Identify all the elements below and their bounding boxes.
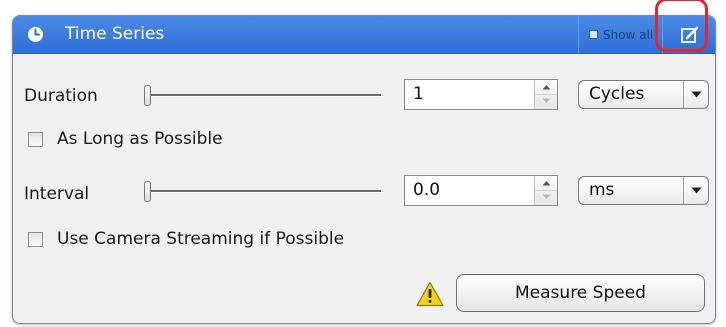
duration-spin-buttons[interactable]	[534, 80, 557, 109]
duration-unit-value: Cycles	[589, 84, 645, 104]
duration-increment-button[interactable]	[535, 80, 557, 95]
warning-icon	[416, 281, 444, 307]
panel-header[interactable]: Time Series Show all	[13, 16, 715, 54]
duration-slider-thumb[interactable]	[144, 85, 151, 106]
show-all-toggle[interactable]: Show all	[578, 16, 661, 53]
as-long-as-possible-label[interactable]: As Long as Possible	[57, 128, 223, 150]
chevron-down-icon	[542, 194, 550, 199]
duration-unit-dropdown-button[interactable]	[683, 81, 708, 108]
interval-slider-thumb[interactable]	[144, 181, 151, 202]
show-all-label: Show all	[603, 27, 654, 42]
interval-unit-select[interactable]: ms	[578, 176, 709, 205]
measure-speed-button[interactable]: Measure Speed	[456, 274, 705, 312]
interval-unit-dropdown-button[interactable]	[683, 177, 708, 204]
chevron-down-icon	[691, 91, 701, 98]
camera-streaming-checkbox[interactable]	[28, 232, 43, 247]
panel-title: Time Series	[65, 24, 165, 44]
edit-button[interactable]	[662, 16, 715, 53]
duration-value[interactable]: 1	[413, 84, 424, 104]
chevron-down-icon	[542, 98, 550, 103]
duration-slider-track[interactable]	[147, 94, 381, 97]
duration-label: Duration	[24, 86, 98, 106]
interval-increment-button[interactable]	[535, 176, 557, 191]
interval-spin-buttons[interactable]	[534, 176, 557, 205]
duration-spinbox[interactable]: 1	[404, 79, 558, 110]
interval-value[interactable]: 0.0	[413, 180, 440, 200]
interval-slider-track[interactable]	[147, 190, 381, 193]
show-all-checkbox[interactable]	[589, 30, 598, 39]
interval-unit-value: ms	[589, 180, 615, 200]
duration-decrement-button[interactable]	[535, 94, 557, 108]
camera-streaming-label[interactable]: Use Camera Streaming if Possible	[57, 228, 344, 250]
as-long-as-possible-checkbox[interactable]	[28, 132, 43, 147]
interval-spinbox[interactable]: 0.0	[404, 175, 558, 206]
chevron-down-icon	[691, 187, 701, 194]
chevron-up-icon	[542, 85, 550, 90]
chevron-up-icon	[542, 181, 550, 186]
duration-unit-select[interactable]: Cycles	[578, 80, 709, 109]
interval-decrement-button[interactable]	[535, 190, 557, 204]
interval-label: Interval	[24, 184, 90, 204]
clock-icon	[28, 27, 43, 42]
edit-icon	[681, 26, 699, 43]
time-series-panel: Time Series Show all Duration 1 Cycles A…	[12, 15, 716, 324]
